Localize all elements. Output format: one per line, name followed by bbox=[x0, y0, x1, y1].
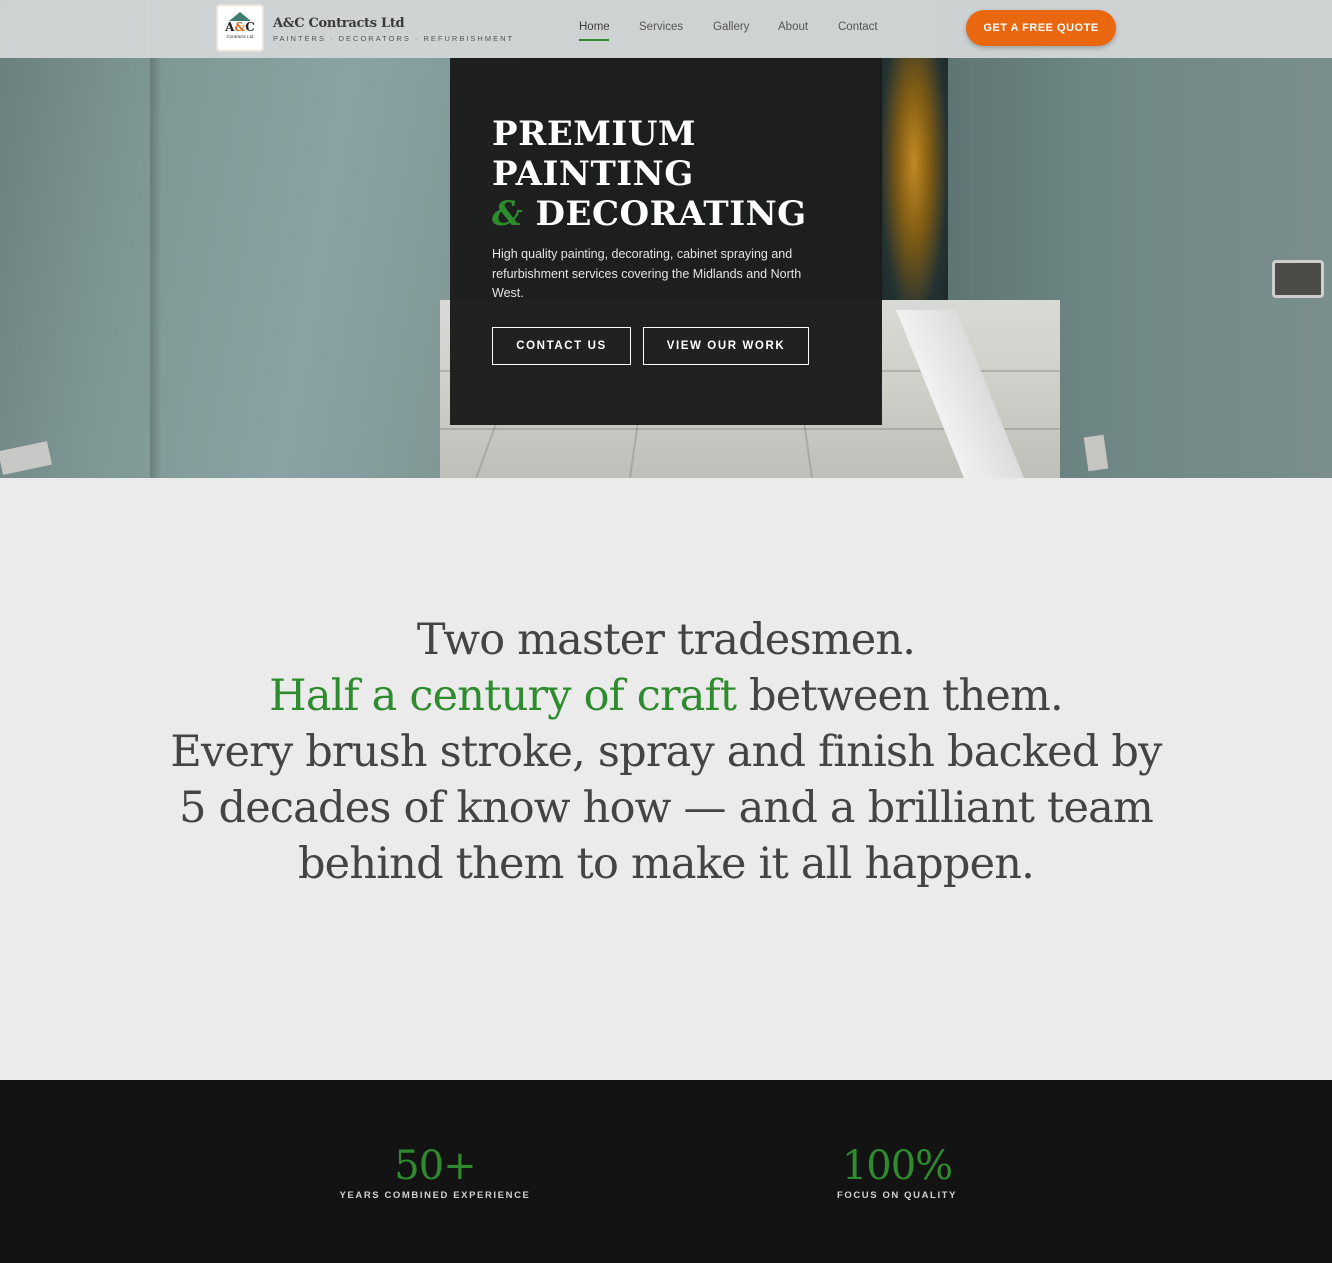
contact-us-button[interactable]: CONTACT US bbox=[492, 327, 631, 365]
nav-item-gallery[interactable]: Gallery bbox=[713, 21, 749, 33]
brand-name[interactable]: A&C Contracts Ltd bbox=[273, 16, 405, 31]
mission-line1: Two master tradesmen. bbox=[416, 615, 916, 665]
mission-line2: between them. bbox=[736, 671, 1064, 721]
hero-wall-socket bbox=[1272, 260, 1324, 298]
hero-section: PREMIUM PAINTING & DECORATING High quali… bbox=[0, 0, 1332, 478]
nav-item-about[interactable]: About bbox=[778, 21, 808, 33]
hero-title-line3: DECORATING bbox=[535, 194, 807, 234]
mission-highlight: Half a century of craft bbox=[269, 671, 737, 721]
hero-title-ampersand: & bbox=[492, 194, 524, 234]
nav-item-services[interactable]: Services bbox=[639, 21, 683, 33]
hero-title-line1: PREMIUM bbox=[492, 114, 697, 154]
stat-quality: 100% FOCUS ON QUALITY bbox=[777, 1144, 1017, 1201]
stat-label: FOCUS ON QUALITY bbox=[836, 1190, 958, 1201]
hero-title-line2: PAINTING bbox=[492, 154, 694, 194]
logo-mark-c: C bbox=[245, 20, 255, 34]
site-header: A&C Contracts Ltd A&C Contracts Ltd PAIN… bbox=[0, 0, 1332, 58]
mission-line3: Every brush stroke, spray and finish bac… bbox=[170, 727, 1162, 889]
stat-experience: 50+ YEARS COMBINED EXPERIENCE bbox=[315, 1144, 555, 1201]
stat-value: 50+ bbox=[394, 1143, 476, 1189]
get-free-quote-button[interactable]: GET A FREE QUOTE bbox=[966, 10, 1116, 46]
logo-subtext: Contracts Ltd bbox=[226, 34, 254, 39]
logo-mark: A&C bbox=[218, 20, 262, 34]
hero-title: PREMIUM PAINTING & DECORATING bbox=[492, 114, 807, 234]
hero-mural bbox=[880, 58, 948, 320]
stat-label: YEARS COMBINED EXPERIENCE bbox=[339, 1190, 531, 1201]
nav-item-home[interactable]: Home bbox=[579, 21, 610, 33]
hero-description: High quality painting, decorating, cabin… bbox=[492, 247, 802, 300]
nav-item-contact[interactable]: Contact bbox=[838, 21, 878, 33]
view-our-work-button[interactable]: VIEW OUR WORK bbox=[643, 327, 809, 365]
brand-tagline: PAINTERS · DECORATORS · REFURBISHMENT bbox=[273, 34, 515, 43]
logo[interactable]: A&C Contracts Ltd bbox=[216, 4, 264, 52]
mission-statement: Two master tradesmen. Half a century of … bbox=[166, 612, 1166, 892]
nav-active-indicator bbox=[579, 39, 609, 41]
hero-panel: PREMIUM PAINTING & DECORATING High quali… bbox=[450, 58, 882, 425]
stats-section: 50+ YEARS COMBINED EXPERIENCE 100% FOCUS… bbox=[0, 1080, 1332, 1263]
stat-value: 100% bbox=[841, 1143, 953, 1189]
logo-mark-amp: & bbox=[234, 20, 246, 34]
mission-section: Two master tradesmen. Half a century of … bbox=[0, 478, 1332, 1080]
hero-wall-corner bbox=[150, 0, 162, 478]
